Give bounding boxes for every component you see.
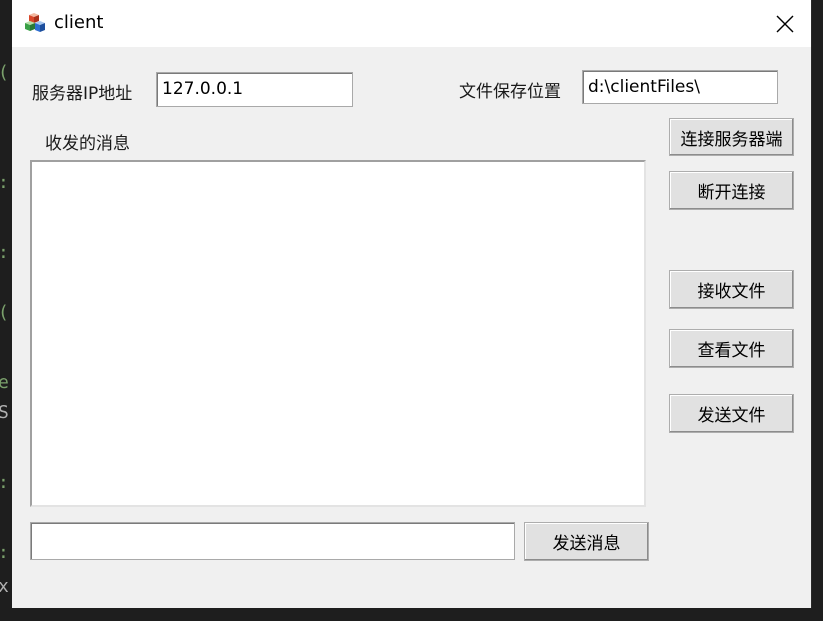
background-editor-strip: ( : : ( e S : : x: [0, 0, 12, 621]
close-button[interactable]: [759, 0, 811, 47]
editor-fragment: :: [0, 542, 9, 563]
editor-fragment: :: [0, 472, 9, 493]
close-icon: [776, 15, 794, 32]
save-location-label: 文件保存位置: [459, 82, 561, 102]
editor-fragment: :: [0, 172, 9, 193]
message-input[interactable]: [30, 522, 515, 560]
disconnect-button[interactable]: 断开连接: [669, 171, 794, 210]
editor-fragment: :: [0, 242, 9, 263]
window-title: client: [54, 12, 104, 33]
send-file-button[interactable]: 发送文件: [669, 394, 794, 433]
messages-textarea[interactable]: [30, 160, 646, 507]
connect-server-button[interactable]: 连接服务器端: [669, 118, 794, 156]
messages-label: 收发的消息: [45, 134, 130, 154]
view-file-button[interactable]: 查看文件: [669, 329, 794, 368]
send-message-button[interactable]: 发送消息: [524, 522, 649, 561]
save-location-input[interactable]: d:\clientFiles\: [582, 70, 778, 104]
receive-file-button[interactable]: 接收文件: [669, 270, 794, 309]
server-ip-input[interactable]: 127.0.0.1: [156, 72, 353, 107]
editor-fragment: e: [0, 372, 9, 393]
server-ip-label: 服务器IP地址: [32, 84, 133, 104]
editor-fragment: (: [0, 62, 9, 83]
background-editor-bottom: [0, 608, 823, 621]
editor-fragment: (: [0, 302, 9, 323]
client-window: client 服务器IP地址 127.0.0.1 文件保存位置 d:\clien…: [12, 0, 811, 608]
title-bar[interactable]: client: [12, 0, 811, 47]
editor-fragment: x: [0, 576, 9, 597]
editor-fragment: S: [0, 402, 9, 423]
app-cubes-icon: [25, 13, 45, 32]
